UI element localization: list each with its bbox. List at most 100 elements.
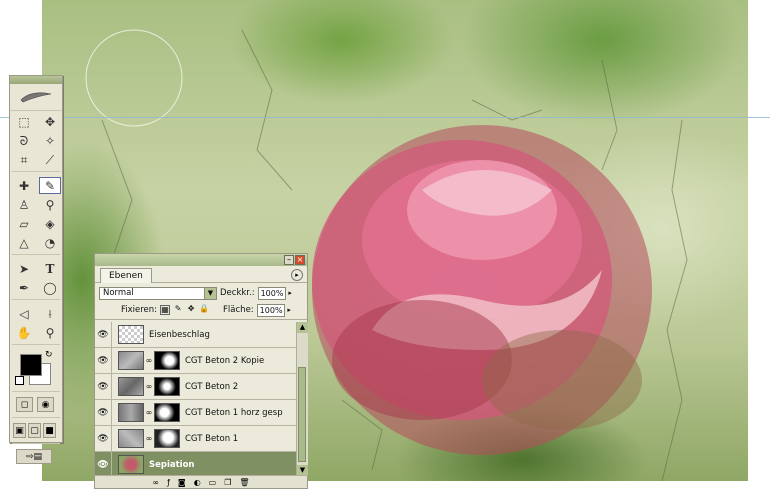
paint-bucket-tool-icon[interactable]: ◈ — [39, 215, 61, 232]
notes-tool-icon[interactable]: ◁ — [13, 305, 35, 322]
magic-wand-tool-icon[interactable]: ✧ — [39, 132, 61, 149]
fill-input[interactable]: 100% — [256, 303, 285, 317]
brush-tool-icon[interactable]: ✎ — [39, 177, 61, 194]
eye-icon[interactable]: 👁 — [95, 452, 112, 477]
layer-thumbnail — [118, 351, 144, 370]
layers-panel: – × Ebenen ▸ Normal ▼ Deckkr.: 100% ▸ Fi… — [94, 253, 308, 489]
lock-label: Fixieren: — [121, 305, 158, 315]
layer-name: CGT Beton 2 Kopie — [185, 355, 265, 366]
default-colors-icon[interactable] — [15, 376, 24, 385]
type-tool-icon[interactable]: T — [39, 260, 61, 277]
layer-row[interactable]: 👁 Eisenbeschlag — [95, 322, 296, 348]
layer-thumbnail — [118, 403, 144, 422]
layer-name: CGT Beton 2 — [185, 381, 239, 392]
layer-style-icon[interactable]: ƒ — [167, 478, 170, 487]
shape-tool-icon[interactable]: ◯ — [39, 279, 61, 296]
layer-name: Eisenbeschlag — [149, 329, 210, 340]
layer-row[interactable]: 👁 ∞ CGT Beton 1 horz gesp — [95, 400, 296, 426]
swap-colors-icon[interactable]: ↻ — [45, 350, 53, 360]
opacity-input[interactable]: 100% — [257, 286, 286, 300]
screen-mode-menu-icon[interactable]: ▢ — [28, 423, 41, 438]
layer-mask-thumbnail[interactable] — [154, 403, 180, 422]
layer-list: 👁 Eisenbeschlag 👁 ∞ CGT Beton 2 Kopie 👁 … — [95, 322, 296, 478]
eye-icon[interactable]: 👁 — [95, 348, 112, 373]
dodge-tool-icon[interactable]: ◔ — [39, 234, 61, 251]
foreground-color-swatch[interactable] — [20, 354, 42, 376]
marquee-tool-icon[interactable]: ⬚ — [13, 113, 35, 130]
link-layers-icon[interactable]: ∞ — [152, 478, 159, 487]
layers-scrollbar[interactable]: ▲ ▼ — [296, 322, 308, 476]
layer-thumbnail — [118, 325, 144, 344]
pen-tool-icon[interactable]: ✒ — [13, 279, 35, 296]
chevron-down-icon[interactable]: ▼ — [204, 287, 216, 299]
path-selection-tool-icon[interactable]: ➤ — [13, 260, 35, 277]
link-mask-icon[interactable]: ∞ — [144, 408, 154, 417]
clone-stamp-tool-icon[interactable]: ♙ — [13, 196, 35, 213]
history-brush-tool-icon[interactable]: ⚲ — [39, 196, 61, 213]
guide-line[interactable] — [0, 117, 770, 118]
lock-image-icon[interactable]: ✎ — [173, 305, 183, 315]
blend-mode-select[interactable]: Normal ▼ — [99, 286, 217, 300]
lock-position-icon[interactable]: ✥ — [186, 305, 196, 315]
zoom-tool-icon[interactable]: ⚲ — [39, 324, 61, 341]
standard-mode-icon[interactable]: ◻ — [16, 397, 33, 412]
lasso-tool-icon[interactable]: ᘐ — [13, 132, 35, 149]
color-swatches: ↻ — [13, 348, 59, 388]
layer-thumbnail — [118, 377, 144, 396]
layer-mask-thumbnail[interactable] — [154, 429, 180, 448]
close-panel-button[interactable]: × — [295, 255, 305, 265]
move-tool-icon[interactable]: ✥ — [39, 113, 61, 130]
layer-row[interactable]: 👁 ∞ CGT Beton 1 — [95, 426, 296, 452]
layers-panel-footer: ∞ ƒ ◙ ◐ ▭ ❐ 🗑 — [95, 475, 307, 488]
opacity-arrow-icon[interactable]: ▸ — [286, 287, 295, 300]
eye-icon[interactable]: 👁 — [95, 374, 112, 399]
adjustment-layer-icon[interactable]: ◐ — [194, 478, 201, 487]
layer-mask-thumbnail[interactable] — [154, 351, 180, 370]
layer-name: CGT Beton 1 horz gesp — [185, 407, 283, 418]
eraser-tool-icon[interactable]: ▱ — [13, 215, 35, 232]
hand-tool-icon[interactable]: ✋ — [13, 324, 35, 341]
layer-row[interactable]: 👁 ∞ CGT Beton 2 — [95, 374, 296, 400]
fill-arrow-icon[interactable]: ▸ — [285, 304, 294, 317]
toolbox-titlebar[interactable] — [10, 76, 62, 84]
layer-name: Sepiation — [149, 459, 195, 470]
fill-label: Fläche: — [223, 305, 254, 315]
minimize-panel-button[interactable]: – — [284, 255, 294, 265]
layer-row[interactable]: 👁 ∞ CGT Beton 2 Kopie — [95, 348, 296, 374]
slice-tool-icon[interactable]: ⟋ — [39, 151, 61, 168]
link-mask-icon[interactable]: ∞ — [144, 356, 154, 365]
eye-icon[interactable]: 👁 — [95, 426, 112, 451]
screen-mode-standard-icon[interactable]: ▣ — [13, 423, 26, 438]
eyedropper-tool-icon[interactable]: ⟊ — [39, 305, 61, 322]
scroll-up-icon[interactable]: ▲ — [297, 322, 308, 333]
healing-brush-tool-icon[interactable]: ✚ — [13, 177, 35, 194]
lock-all-icon[interactable]: 🔒 — [199, 305, 209, 315]
toolbox: ⬚ ✥ ᘐ ✧ ⌗ ⟋ ✚ ✎ ♙ ⚲ ▱ ◈ △ ◔ ➤ T ✒ ◯ ◁ ⟊ … — [9, 75, 63, 464]
lock-transparency-icon[interactable]: ▦ — [160, 305, 171, 315]
link-mask-icon[interactable]: ∞ — [144, 434, 154, 443]
screen-mode-full-icon[interactable]: ■ — [43, 423, 56, 438]
layer-thumbnail — [118, 455, 144, 474]
quick-mask-mode-icon[interactable]: ◉ — [37, 397, 54, 412]
opacity-label: Deckkr.: — [220, 288, 255, 298]
eye-icon[interactable]: 👁 — [95, 400, 112, 425]
layer-mask-thumbnail[interactable] — [154, 377, 180, 396]
scroll-thumb[interactable] — [298, 367, 306, 462]
panel-menu-icon[interactable]: ▸ — [291, 269, 303, 281]
brush-cursor — [85, 29, 183, 127]
add-mask-icon[interactable]: ◙ — [178, 478, 186, 487]
feather-logo-icon[interactable] — [10, 84, 62, 111]
blur-tool-icon[interactable]: △ — [13, 234, 35, 251]
eye-icon[interactable]: 👁 — [95, 322, 112, 347]
blend-mode-value: Normal — [103, 287, 134, 298]
link-mask-icon[interactable]: ∞ — [144, 382, 154, 391]
new-group-icon[interactable]: ▭ — [209, 478, 217, 487]
layers-panel-titlebar[interactable]: – × — [95, 254, 307, 266]
layer-thumbnail — [118, 429, 144, 448]
layer-name: CGT Beton 1 — [185, 433, 239, 444]
tab-layers[interactable]: Ebenen — [100, 268, 152, 283]
jump-to-imageready-icon[interactable]: ⇨▤ — [16, 449, 52, 464]
new-layer-icon[interactable]: ❐ — [224, 478, 231, 487]
delete-layer-icon[interactable]: 🗑 — [239, 478, 249, 487]
crop-tool-icon[interactable]: ⌗ — [13, 151, 35, 168]
